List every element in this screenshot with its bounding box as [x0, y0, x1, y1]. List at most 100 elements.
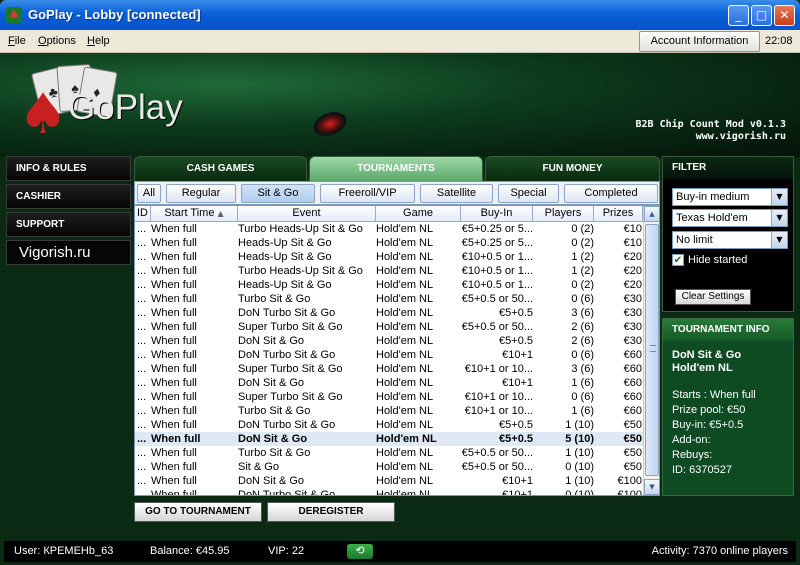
cell-prizes: €20: [623, 251, 642, 263]
table-row[interactable]: ... When full DoN Turbo Sit & Go Hold'em NL…: [135, 348, 643, 362]
site-label[interactable]: Vigorish.ru: [6, 240, 131, 265]
info-rebuys: Rebuys:: [672, 449, 713, 461]
sidebar-item-info-rules[interactable]: INFO & RULES: [6, 156, 131, 181]
cell-buy-in: €10+1: [502, 377, 533, 389]
maximize-button[interactable]: □: [751, 5, 772, 26]
cell-event: Turbo Sit & Go: [238, 405, 311, 417]
cell-event: Turbo Sit & Go: [238, 293, 311, 305]
info-event: DoN Sit & Go Hold'em NL: [672, 349, 741, 375]
column-prizes[interactable]: Prizes: [594, 206, 643, 222]
cell-players: 3 (6): [571, 307, 594, 319]
table-row[interactable]: ... When full DoN Turbo Sit & Go Hold'em NL…: [135, 306, 643, 320]
clear-settings-button[interactable]: Clear Settings: [675, 289, 751, 305]
cell-players: 1 (10): [565, 447, 594, 459]
game-select[interactable]: Texas Hold'em ▼: [672, 209, 788, 227]
table-row[interactable]: ... When full Super Turbo Sit & Go Hold'em …: [135, 390, 643, 404]
sidebar-item-support[interactable]: SUPPORT: [6, 212, 131, 237]
cell-game: Hold'em NL: [376, 237, 434, 249]
cell-prizes: €50: [623, 433, 642, 445]
subtab-all[interactable]: All: [137, 184, 161, 203]
close-button[interactable]: ✕: [774, 5, 795, 26]
cell-id: ...: [137, 279, 147, 291]
table-row[interactable]: ... When full Sit & Go Hold'em NL €5+0.5 or …: [135, 460, 643, 474]
table-scrollbar[interactable]: ▲ ▼: [643, 206, 659, 495]
cell-id: ...: [137, 405, 147, 417]
cell-start-time: When full: [151, 335, 197, 347]
menu-file[interactable]: File: [8, 35, 26, 47]
deregister-button[interactable]: DEREGISTER: [267, 502, 395, 522]
tournament-table: ID Start Time ▲ Event Game Buy-In Player…: [134, 205, 660, 496]
cell-game: Hold'em NL: [376, 461, 434, 473]
subtab-completed[interactable]: Completed: [564, 184, 658, 203]
cell-game: Hold'em NL: [376, 447, 434, 459]
cell-start-time: When full: [151, 251, 197, 263]
cell-id: ...: [137, 237, 147, 249]
scroll-up-icon[interactable]: ▲: [644, 206, 659, 222]
cell-prizes: €50: [623, 461, 642, 473]
column-id[interactable]: ID: [135, 206, 151, 222]
go-to-tournament-button[interactable]: GO TO TOURNAMENT: [134, 502, 262, 522]
cell-buy-in: €10+1: [502, 489, 533, 496]
logo-spade-icon: ♠: [18, 82, 69, 147]
column-start-time[interactable]: Start Time ▲: [151, 206, 238, 222]
table-row[interactable]: ... When full Turbo Heads-Up Sit & Go Hold'…: [135, 222, 643, 236]
table-row[interactable]: ... When full DoN Sit & Go Hold'em NL €10+1 1…: [135, 376, 643, 390]
table-row[interactable]: ... When full Super Turbo Sit & Go Hold'em …: [135, 320, 643, 334]
cell-buy-in: €10+0.5 or 1...: [461, 265, 533, 277]
lobby-panel: CASH GAMES TOURNAMENTS FUN MONEY All Reg…: [134, 156, 660, 496]
cell-buy-in: €10+1 or 10...: [464, 405, 533, 417]
cell-event: DoN Sit & Go: [238, 335, 305, 347]
table-row[interactable]: ... When full Turbo Sit & Go Hold'em NL €5+0…: [135, 446, 643, 460]
menu-options[interactable]: Options: [38, 35, 76, 47]
buyin-select[interactable]: Buy-in medium ▼: [672, 188, 788, 206]
cell-id: ...: [137, 475, 147, 487]
subtab-satellite[interactable]: Satellite: [420, 184, 493, 203]
column-event[interactable]: Event: [238, 206, 376, 222]
table-row[interactable]: ... When full DoN Turbo Sit & Go Hold'em NL…: [135, 488, 643, 496]
table-row[interactable]: ... When full Turbo Sit & Go Hold'em NL €10+…: [135, 404, 643, 418]
table-row[interactable]: ... When full Heads-Up Sit & Go Hold'em NL €…: [135, 250, 643, 264]
table-row[interactable]: ... When full Turbo Heads-Up Sit & Go Hold'…: [135, 264, 643, 278]
buyin-select-value: Buy-in medium: [676, 191, 750, 203]
table-row[interactable]: ... When full DoN Sit & Go Hold'em NL €5+0.5…: [135, 432, 643, 446]
table-row[interactable]: ... When full Heads-Up Sit & Go Hold'em NL €…: [135, 236, 643, 250]
tab-tournaments[interactable]: TOURNAMENTS: [309, 156, 483, 181]
table-row[interactable]: ... When full Super Turbo Sit & Go Hold'em …: [135, 362, 643, 376]
table-row[interactable]: ... When full DoN Sit & Go Hold'em NL €10+1 1…: [135, 474, 643, 488]
refresh-icon[interactable]: ⟲: [347, 544, 373, 559]
table-row[interactable]: ... When full DoN Sit & Go Hold'em NL €5+0.5…: [135, 334, 643, 348]
scroll-down-icon[interactable]: ▼: [644, 479, 659, 495]
cell-buy-in: €10+0.5 or 1...: [461, 251, 533, 263]
cell-event: Turbo Sit & Go: [238, 447, 311, 459]
cell-id: ...: [137, 433, 147, 445]
cell-players: 1 (2): [571, 265, 594, 277]
table-row[interactable]: ... When full Turbo Sit & Go Hold'em NL €5+0…: [135, 292, 643, 306]
cell-buy-in: €10+1 or 10...: [464, 363, 533, 375]
hide-started-checkbox[interactable]: ✔ Hide started: [672, 254, 747, 267]
cell-buy-in: €5+0.5: [499, 419, 533, 431]
table-header: ID Start Time ▲ Event Game Buy-In Player…: [135, 206, 643, 222]
tab-fun-money[interactable]: FUN MONEY: [485, 156, 660, 181]
table-row[interactable]: ... When full DoN Turbo Sit & Go Hold'em NL…: [135, 418, 643, 432]
scroll-thumb[interactable]: [645, 224, 659, 476]
column-buy-in[interactable]: Buy-In: [461, 206, 533, 222]
column-game[interactable]: Game: [376, 206, 461, 222]
menu-help[interactable]: Help: [87, 35, 110, 47]
tab-cash-games[interactable]: CASH GAMES: [134, 156, 307, 181]
cell-start-time: When full: [151, 405, 197, 417]
subtab-special[interactable]: Special: [498, 184, 559, 203]
cell-id: ...: [137, 307, 147, 319]
subtab-freeroll-vip[interactable]: Freeroll/VIP: [320, 184, 415, 203]
subtab-regular[interactable]: Regular: [166, 184, 236, 203]
mod-title: B2B Chip Count Mod v0.1.3: [635, 119, 786, 130]
sidebar-item-cashier[interactable]: CASHIER: [6, 184, 131, 209]
cell-players: 0 (6): [571, 391, 594, 403]
limit-select[interactable]: No limit ▼: [672, 231, 788, 249]
subtab-sit-and-go[interactable]: Sit & Go: [241, 184, 315, 203]
cell-event: Super Turbo Sit & Go: [238, 321, 343, 333]
account-information-button[interactable]: Account Information: [639, 31, 760, 52]
column-players[interactable]: Players: [533, 206, 594, 222]
minimize-button[interactable]: _: [728, 5, 749, 26]
cell-players: 0 (10): [565, 489, 594, 496]
table-row[interactable]: ... When full Heads-Up Sit & Go Hold'em NL €…: [135, 278, 643, 292]
